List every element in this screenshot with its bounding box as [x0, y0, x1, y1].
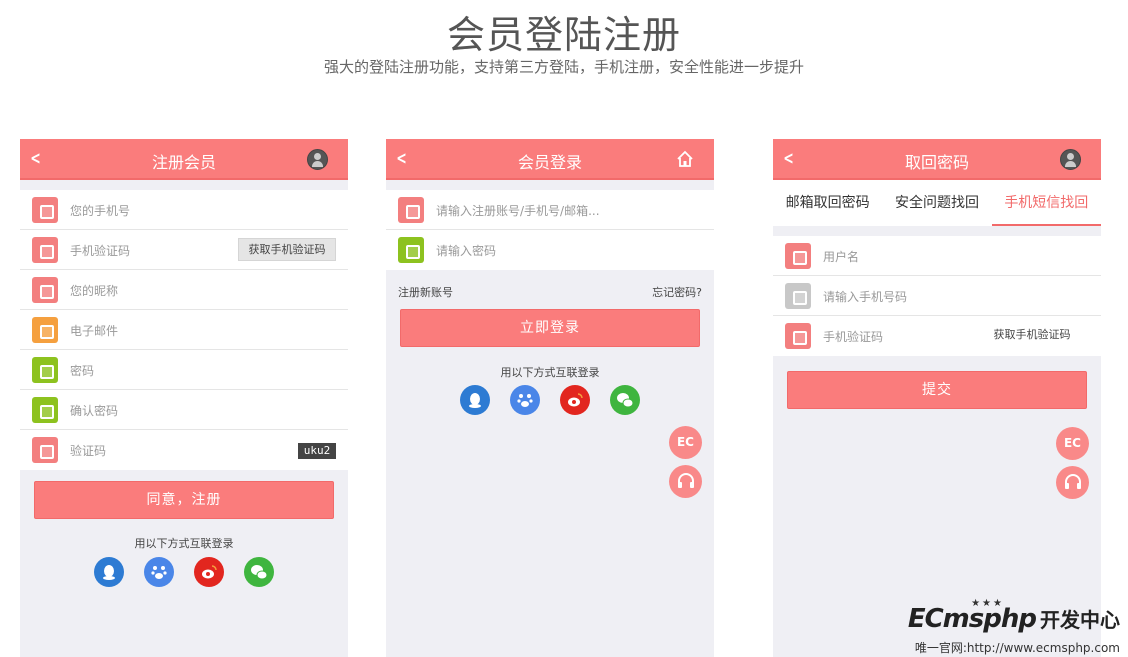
password-field[interactable]: 密码	[20, 350, 348, 390]
phone-field[interactable]: 请输入手机号码	[773, 276, 1101, 316]
sms-code-field[interactable]: 手机验证码 获取手机验证码	[773, 316, 1101, 356]
phone-field[interactable]: 您的手机号	[20, 190, 348, 230]
page-subtitle: 强大的登陆注册功能，支持第三方登陆，手机注册，安全性能进一步提升	[323, 58, 804, 76]
brand-stars: ★★★	[971, 598, 1004, 609]
username-placeholder: 用户名	[823, 250, 860, 264]
lock-icon	[32, 397, 58, 423]
user-icon	[785, 243, 811, 269]
lock-icon	[398, 237, 424, 263]
sms-code-field[interactable]: 手机验证码 获取手机验证码	[20, 230, 348, 270]
login-links: 注册新账号 忘记密码?	[398, 284, 702, 300]
message-icon	[32, 437, 58, 463]
register-screen: < 注册会员 您的手机号 手机验证码 获取手机验证码 您的昵称 电子邮件 密码 …	[20, 139, 348, 657]
forgot-password-link[interactable]: 忘记密码?	[652, 284, 702, 300]
wechat-login-icon[interactable]	[610, 385, 640, 415]
social-login-tip: 用以下方式互联登录	[134, 537, 234, 550]
recover-submit-button[interactable]: 提交	[787, 371, 1087, 409]
register-title: 注册会员	[151, 153, 216, 172]
login-form: 请输入注册账号/手机号/邮箱... 请输入密码	[386, 190, 714, 270]
account-placeholder: 请输入注册账号/手机号/邮箱...	[436, 204, 600, 218]
ec-float-button[interactable]: EC	[669, 426, 702, 459]
brand-url: 唯一官网:http://www.ecmsphp.com	[914, 641, 1120, 655]
social-login-tip: 用以下方式互联登录	[500, 366, 600, 379]
register-submit-button[interactable]: 同意，注册	[34, 481, 334, 519]
register-link[interactable]: 注册新账号	[398, 286, 453, 299]
tab-email-recover[interactable]: 邮箱取回密码	[773, 180, 882, 226]
qq-login-icon[interactable]	[94, 557, 124, 587]
page-title: 会员登陆注册	[446, 13, 681, 57]
captcha-field[interactable]: 验证码 uku2	[20, 430, 348, 470]
email-field[interactable]: 电子邮件	[20, 310, 348, 350]
weibo-login-icon[interactable]	[194, 557, 224, 587]
email-placeholder: 电子邮件	[70, 324, 119, 338]
wechat-login-icon[interactable]	[244, 557, 274, 587]
baidu-login-icon[interactable]	[144, 557, 174, 587]
brand-watermark: ★★★ ECmsphp 开发中心 唯一官网:http://www.ecmsphp.…	[880, 598, 1120, 656]
password-placeholder: 密码	[70, 364, 95, 378]
login-title: 会员登录	[517, 153, 582, 172]
home-icon[interactable]	[676, 150, 694, 168]
sms-code-placeholder: 手机验证码	[70, 244, 131, 258]
user-avatar-icon[interactable]	[307, 149, 328, 170]
user-icon	[398, 197, 424, 223]
nickname-field[interactable]: 您的昵称	[20, 270, 348, 310]
phone-placeholder: 请输入手机号码	[823, 290, 908, 304]
register-topbar: < 注册会员	[20, 139, 348, 180]
user-icon	[32, 277, 58, 303]
login-submit-button[interactable]: 立即登录	[400, 309, 700, 347]
weibo-login-icon[interactable]	[560, 385, 590, 415]
password-field[interactable]: 请输入密码	[386, 230, 714, 270]
login-topbar: < 会员登录	[386, 139, 714, 180]
sms-code-placeholder: 手机验证码	[823, 330, 884, 344]
captcha-image[interactable]: uku2	[298, 443, 336, 459]
user-avatar-icon[interactable]	[1060, 149, 1081, 170]
qq-login-icon[interactable]	[460, 385, 490, 415]
lock-icon	[32, 357, 58, 383]
account-field[interactable]: 请输入注册账号/手机号/邮箱...	[386, 190, 714, 230]
social-login-row	[386, 385, 714, 415]
tab-sms-recover[interactable]: 手机短信找回	[991, 180, 1101, 226]
login-screen: < 会员登录 请输入注册账号/手机号/邮箱... 请输入密码 注册新账号 忘记密…	[386, 139, 714, 657]
password-placeholder: 请输入密码	[436, 244, 497, 258]
ec-float-button[interactable]: EC	[1056, 427, 1089, 460]
tab-security-question[interactable]: 安全问题找回	[882, 180, 991, 226]
mail-icon	[32, 317, 58, 343]
headset-icon	[677, 473, 694, 488]
recover-topbar: < 取回密码	[773, 139, 1101, 180]
recover-form: 用户名 请输入手机号码 手机验证码 获取手机验证码	[773, 236, 1101, 356]
register-form: 您的手机号 手机验证码 获取手机验证码 您的昵称 电子邮件 密码 确认密码 验证…	[20, 190, 348, 470]
phone-placeholder: 您的手机号	[70, 204, 131, 218]
confirm-password-placeholder: 确认密码	[70, 404, 119, 418]
message-icon	[785, 323, 811, 349]
phone-icon	[785, 283, 811, 309]
brand-logo-cn: 开发中心	[1040, 608, 1120, 632]
captcha-placeholder: 验证码	[70, 444, 107, 458]
headset-float-button[interactable]	[669, 465, 702, 498]
recover-tabs: 邮箱取回密码 安全问题找回 手机短信找回	[773, 180, 1101, 226]
headset-icon	[1064, 474, 1081, 489]
nickname-placeholder: 您的昵称	[70, 284, 119, 298]
get-sms-code-button[interactable]: 获取手机验证码	[238, 238, 336, 261]
username-field[interactable]: 用户名	[773, 236, 1101, 276]
baidu-login-icon[interactable]	[510, 385, 540, 415]
recover-title: 取回密码	[904, 153, 969, 172]
headset-float-button[interactable]	[1056, 466, 1089, 499]
get-sms-code-button[interactable]: 获取手机验证码	[983, 324, 1081, 347]
social-login-row	[20, 557, 348, 587]
confirm-password-field[interactable]: 确认密码	[20, 390, 348, 430]
message-icon	[32, 237, 58, 263]
recover-screen: < 取回密码 邮箱取回密码 安全问题找回 手机短信找回 用户名 请输入手机号码 …	[773, 139, 1101, 657]
phone-icon	[32, 197, 58, 223]
